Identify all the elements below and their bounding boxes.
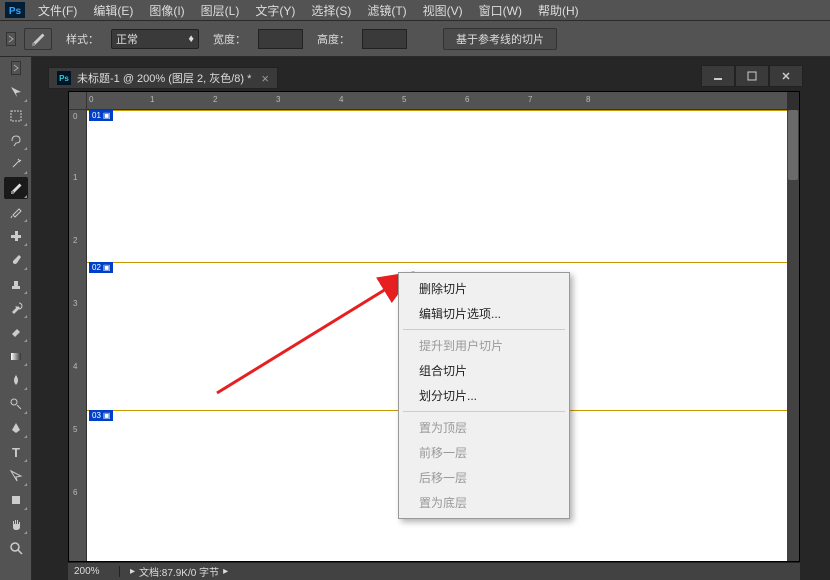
history-brush-tool[interactable] bbox=[4, 297, 28, 319]
document-title: 未标题-1 @ 200% (图层 2, 灰色/8) * bbox=[77, 70, 251, 86]
pen-tool[interactable] bbox=[4, 417, 28, 439]
context-menu: 删除切片 编辑切片选项... 提升到用户切片 组合切片 划分切片... 置为顶层… bbox=[398, 272, 570, 519]
ctx-edit-slice-options[interactable]: 编辑切片选项... bbox=[401, 301, 567, 326]
app-logo: Ps bbox=[0, 0, 30, 20]
shape-tool[interactable] bbox=[4, 489, 28, 511]
minimize-button[interactable] bbox=[701, 65, 735, 87]
toolbox: T bbox=[0, 57, 32, 580]
divider bbox=[403, 329, 565, 330]
zoom-value[interactable]: 200% bbox=[68, 566, 120, 577]
status-bar: 200% ▸ 文档:87.9K/0 字节 ▸ bbox=[68, 562, 800, 580]
eyedropper-tool[interactable] bbox=[4, 201, 28, 223]
slice-tool[interactable] bbox=[4, 177, 28, 199]
ctx-send-backward: 后移一层 bbox=[401, 465, 567, 490]
ctx-promote-user-slice: 提升到用户切片 bbox=[401, 333, 567, 358]
canvas-area: Ps 未标题-1 @ 200% (图层 2, 灰色/8) * × 0 1 2 3… bbox=[32, 57, 830, 580]
gradient-tool[interactable] bbox=[4, 345, 28, 367]
ruler-vertical[interactable]: 0 1 2 3 4 5 6 bbox=[69, 110, 87, 561]
ctx-bring-front: 置为顶层 bbox=[401, 415, 567, 440]
menu-layer[interactable]: 图层(L) bbox=[193, 2, 248, 19]
slice-tag-02[interactable]: 02▣ bbox=[89, 262, 113, 273]
height-label: 高度： bbox=[317, 31, 350, 47]
ctx-divide-slice[interactable]: 划分切片... bbox=[401, 383, 567, 408]
menubar: Ps 文件(F) 编辑(E) 图像(I) 图层(L) 文字(Y) 选择(S) 滤… bbox=[0, 0, 830, 20]
svg-text:Ps: Ps bbox=[9, 6, 22, 17]
dodge-tool[interactable] bbox=[4, 393, 28, 415]
ctx-combine-slice[interactable]: 组合切片 bbox=[401, 358, 567, 383]
maximize-button[interactable] bbox=[735, 65, 769, 87]
toolbox-expander[interactable] bbox=[11, 61, 21, 75]
wand-tool[interactable] bbox=[4, 153, 28, 175]
blur-tool[interactable] bbox=[4, 369, 28, 391]
guide-slice-button[interactable]: 基于参考线的切片 bbox=[443, 28, 557, 50]
ruler-corner bbox=[69, 92, 87, 110]
status-info[interactable]: ▸ 文档:87.9K/0 字节 ▸ bbox=[120, 564, 238, 579]
slice-tool-icon[interactable] bbox=[24, 28, 52, 50]
close-icon[interactable]: × bbox=[261, 71, 269, 86]
zoom-tool[interactable] bbox=[4, 537, 28, 559]
options-bar: 样式： 正常 ♦ 宽度： 高度： 基于参考线的切片 bbox=[0, 21, 830, 57]
menu-view[interactable]: 视图(V) bbox=[415, 2, 471, 19]
slice-tag-03[interactable]: 03▣ bbox=[89, 410, 113, 421]
width-label: 宽度： bbox=[213, 31, 246, 47]
healing-tool[interactable] bbox=[4, 225, 28, 247]
ps-icon: Ps bbox=[57, 71, 71, 85]
divider bbox=[403, 411, 565, 412]
menu-filter[interactable]: 滤镜(T) bbox=[359, 2, 414, 19]
chevron-down-icon: ♦ bbox=[188, 33, 194, 45]
ctx-send-back: 置为底层 bbox=[401, 490, 567, 515]
menu-edit[interactable]: 编辑(E) bbox=[85, 2, 141, 19]
scroll-thumb[interactable] bbox=[788, 110, 798, 180]
menu-help[interactable]: 帮助(H) bbox=[530, 2, 587, 19]
slice-line[interactable] bbox=[87, 110, 787, 111]
menu-image[interactable]: 图像(I) bbox=[141, 2, 192, 19]
stamp-tool[interactable] bbox=[4, 273, 28, 295]
ctx-bring-forward: 前移一层 bbox=[401, 440, 567, 465]
slice-line[interactable] bbox=[87, 262, 787, 263]
menu-type[interactable]: 文字(Y) bbox=[247, 2, 303, 19]
menu-file[interactable]: 文件(F) bbox=[30, 2, 85, 19]
ruler-horizontal[interactable]: 0 1 2 3 4 5 6 7 8 bbox=[87, 92, 787, 110]
workspace: T Ps 未标题-1 @ 200% (图层 2, 灰色/8) * × 0 1 2… bbox=[0, 57, 830, 580]
chevron-icon: ▸ bbox=[223, 566, 228, 577]
ctx-delete-slice[interactable]: 删除切片 bbox=[401, 276, 567, 301]
type-tool[interactable]: T bbox=[4, 441, 28, 463]
eraser-tool[interactable] bbox=[4, 321, 28, 343]
scrollbar-vertical[interactable] bbox=[787, 110, 799, 561]
slice-tag-01[interactable]: 01▣ bbox=[89, 110, 113, 121]
window-controls bbox=[701, 65, 803, 87]
lasso-tool[interactable] bbox=[4, 129, 28, 151]
width-input[interactable] bbox=[258, 29, 303, 49]
brush-tool[interactable] bbox=[4, 249, 28, 271]
path-tool[interactable] bbox=[4, 465, 28, 487]
close-button[interactable] bbox=[769, 65, 803, 87]
hand-tool[interactable] bbox=[4, 513, 28, 535]
style-select[interactable]: 正常 ♦ bbox=[111, 29, 199, 49]
style-value: 正常 bbox=[116, 31, 138, 47]
options-expander[interactable] bbox=[6, 32, 16, 46]
menu-select[interactable]: 选择(S) bbox=[303, 2, 359, 19]
height-input[interactable] bbox=[362, 29, 407, 49]
chevron-icon: ▸ bbox=[130, 566, 135, 577]
document-tab[interactable]: Ps 未标题-1 @ 200% (图层 2, 灰色/8) * × bbox=[48, 67, 278, 89]
style-label: 样式： bbox=[66, 31, 99, 47]
move-tool[interactable] bbox=[4, 81, 28, 103]
svg-text:T: T bbox=[12, 445, 20, 459]
menu-window[interactable]: 窗口(W) bbox=[471, 2, 530, 19]
marquee-tool[interactable] bbox=[4, 105, 28, 127]
